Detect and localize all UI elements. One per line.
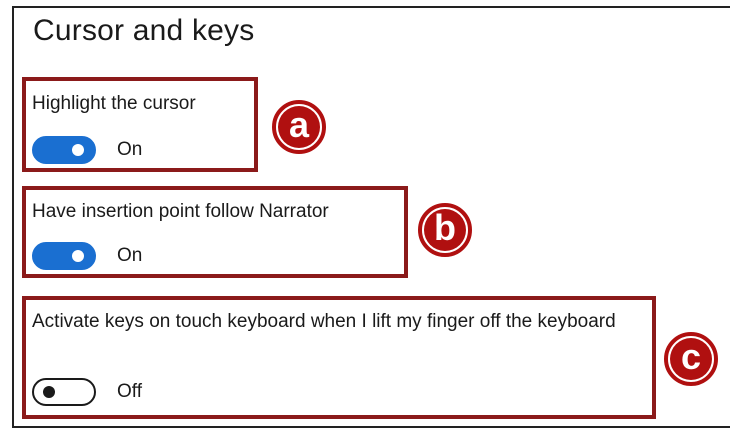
toggle-knob [72,250,84,262]
highlight-cursor-state: On [117,139,143,160]
annotation-marker-a: a [272,100,326,154]
insertion-point-toggle[interactable] [32,242,96,270]
toggle-knob [72,144,84,156]
annotation-marker-c: c [664,332,718,386]
touch-keyboard-state: Off [117,381,142,402]
highlight-cursor-toggle[interactable] [32,136,96,164]
insertion-point-state: On [117,245,143,266]
touch-keyboard-toggle[interactable] [32,378,96,406]
toggle-knob [43,386,55,398]
annotation-marker-b: b [418,203,472,257]
marker-c-letter: c [670,338,712,380]
insertion-point-label: Have insertion point follow Narrator [32,201,329,222]
highlight-cursor-label: Highlight the cursor [32,93,196,114]
marker-a-letter: a [278,106,320,148]
touch-keyboard-label: Activate keys on touch keyboard when I l… [32,311,616,332]
section-title: Cursor and keys [33,14,255,47]
marker-b-letter: b [424,209,466,251]
